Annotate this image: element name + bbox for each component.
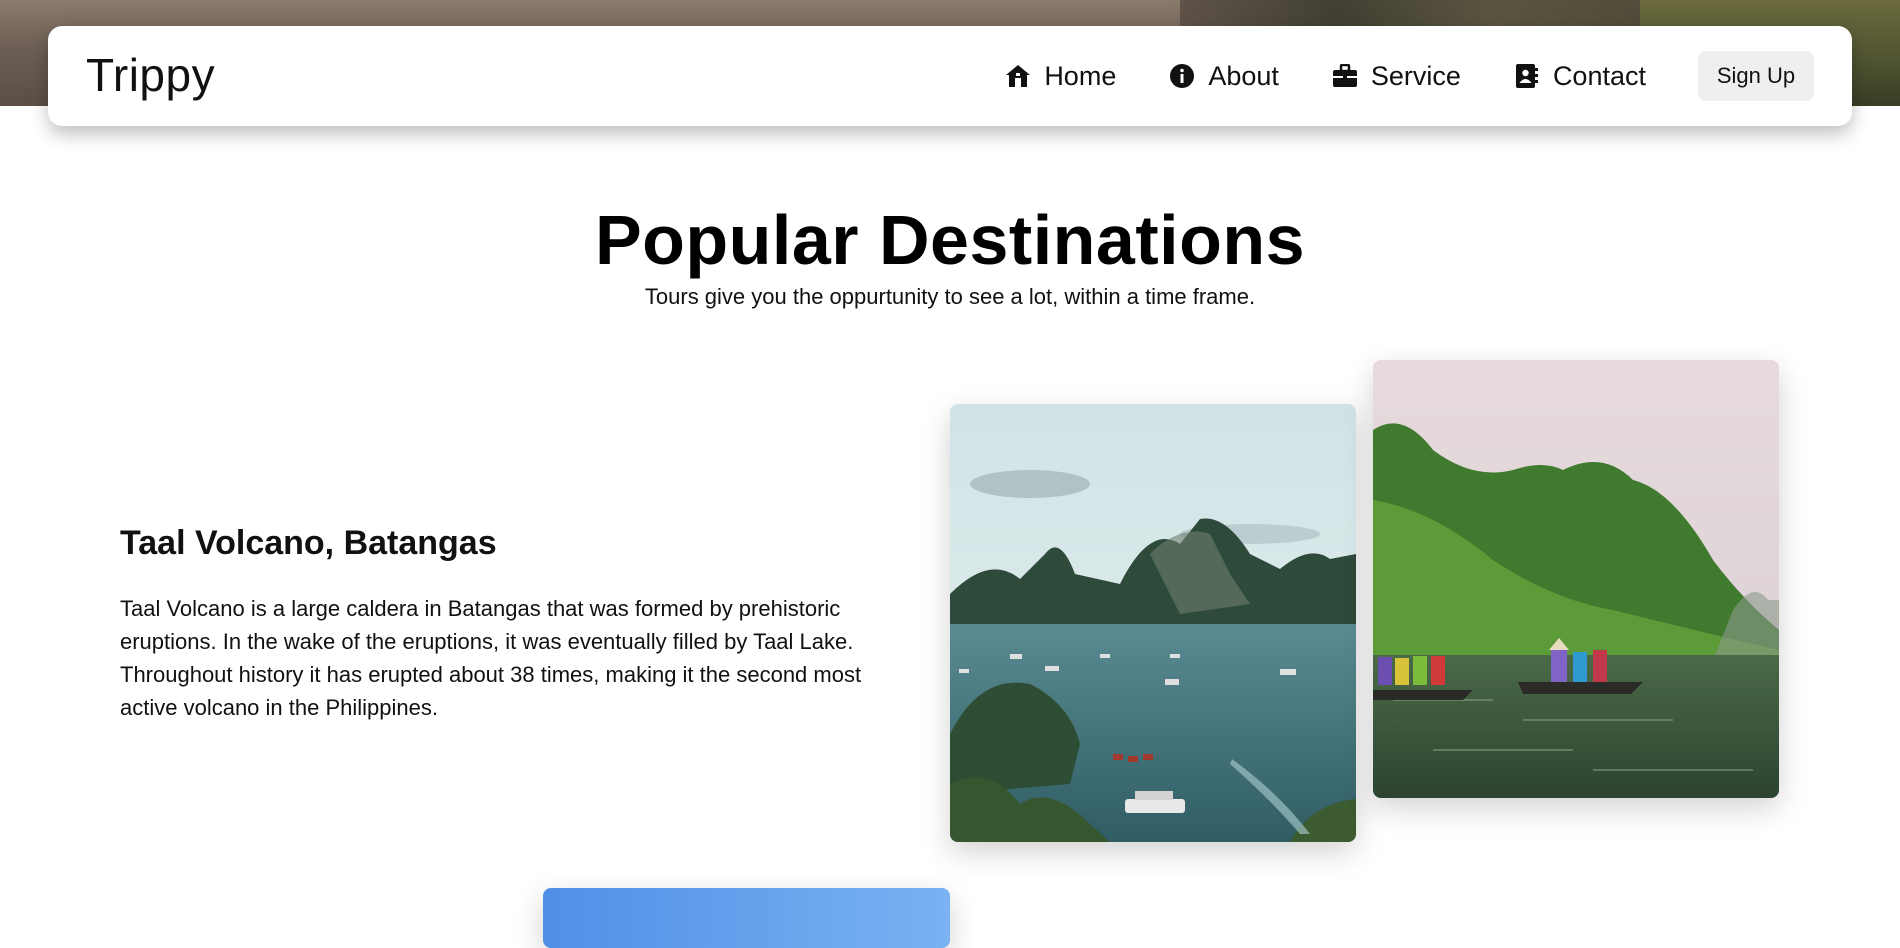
destination-description: Taal Volcano is a large caldera in Batan…	[120, 596, 862, 720]
nav-item-service[interactable]: Service	[1331, 61, 1461, 92]
nav-item-about[interactable]: About	[1168, 61, 1279, 92]
info-circle-icon	[1168, 62, 1196, 90]
destination-photo-river	[1373, 360, 1779, 798]
destination-title: Taal Volcano, Batangas	[120, 524, 497, 562]
nav-item-contact[interactable]: Contact	[1513, 61, 1646, 92]
nav-links: Home About Service Contact Sign Up	[1004, 50, 1814, 102]
nav-item-label: About	[1208, 60, 1279, 91]
section-subtitle: Tours give you the oppurtunity to see a …	[644, 284, 1256, 309]
brand-logo[interactable]: Trippy	[86, 48, 215, 102]
nav-item-label: Service	[1370, 60, 1461, 91]
house-icon	[1004, 62, 1032, 90]
address-book-icon	[1513, 62, 1541, 90]
nav-item-label: Contact	[1552, 60, 1646, 91]
nav-item-home[interactable]: Home	[1004, 61, 1116, 92]
navbar: Trippy Home About Service Contact Sign U…	[48, 26, 1852, 126]
briefcase-icon	[1331, 62, 1359, 90]
sign-up-button[interactable]: Sign Up	[1698, 51, 1814, 101]
section-title: Popular Destinations	[594, 201, 1306, 279]
nav-item-label: Home	[1044, 60, 1117, 91]
destination-photo-partial	[543, 888, 950, 948]
destination-photo-bay	[950, 404, 1356, 842]
